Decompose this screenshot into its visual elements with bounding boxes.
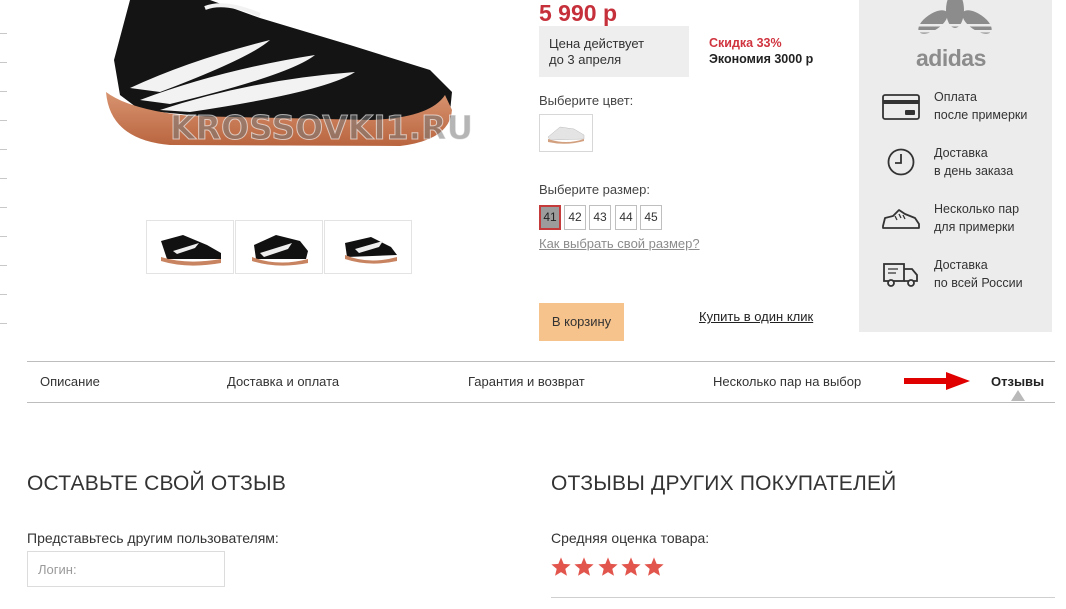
- color-label: Выберите цвет:: [539, 93, 634, 108]
- add-to-cart-button[interactable]: В корзину: [539, 303, 624, 341]
- truck-icon: [883, 263, 918, 287]
- size-option-45[interactable]: 45: [640, 205, 662, 230]
- login-input[interactable]: [27, 551, 225, 587]
- color-swatch-white[interactable]: [539, 114, 593, 152]
- brand-name: adidas: [916, 45, 986, 71]
- product-thumbnail-2[interactable]: [235, 220, 323, 274]
- size-guide-link[interactable]: Как выбрать свой размер?: [539, 236, 700, 251]
- economy-label: Экономия 3000 р: [709, 52, 814, 66]
- feature-shipping-line1: Доставка: [934, 258, 988, 272]
- size-label: Выберите размер:: [539, 182, 650, 197]
- feature-delivery-line2: в день заказа: [934, 164, 1014, 178]
- watermark: KROSSOVKI1.RU: [169, 108, 474, 148]
- reviews-title: ОТЗЫВЫ ДРУГИХ ПОКУПАТЕЛЕЙ: [551, 472, 897, 495]
- rating-star-1-icon: [551, 557, 571, 576]
- feature-delivery-line1: Доставка: [934, 146, 988, 160]
- review-form-title: ОСТАВЬТЕ СВОЙ ОТЗЫВ: [27, 472, 287, 495]
- product-thumbnail-1[interactable]: [146, 220, 234, 274]
- rating-star-5-icon: [644, 557, 664, 576]
- size-option-42[interactable]: 42: [564, 205, 586, 230]
- buy-one-click-link[interactable]: Купить в один клик: [699, 309, 813, 324]
- feature-payment-line1: Оплата: [934, 90, 977, 104]
- tabs-top-border: [27, 361, 1055, 362]
- price-note-line2: до 3 апреля: [549, 52, 622, 67]
- clock-icon: [887, 148, 915, 176]
- tab-several-pairs[interactable]: Несколько пар на выбор: [713, 374, 861, 389]
- tab-delivery-payment[interactable]: Доставка и оплата: [227, 374, 339, 389]
- annotation-arrow-icon: [904, 372, 970, 390]
- credit-card-icon: [882, 94, 920, 120]
- price-validity-note: Цена действует до 3 апреля: [539, 26, 689, 77]
- rating-label: Средняя оценка товара:: [551, 530, 710, 546]
- product-price: 5 990 р: [539, 0, 617, 26]
- review-form-intro: Представьтесь другим пользователям:: [27, 530, 279, 546]
- tab-description[interactable]: Описание: [40, 374, 100, 389]
- discount-label: Скидка 33%: [709, 36, 782, 50]
- size-option-44[interactable]: 44: [615, 205, 637, 230]
- price-note-line1: Цена действует: [549, 36, 645, 51]
- feature-pairs-line2: для примерки: [934, 220, 1015, 234]
- rating-star-2-icon: [574, 557, 594, 576]
- size-option-41[interactable]: 41: [539, 205, 561, 230]
- tab-reviews[interactable]: Отзывы: [991, 374, 1044, 389]
- tabs-bottom-border: [27, 402, 1055, 403]
- rating-star-3-icon: [598, 557, 618, 576]
- feature-pairs-line1: Несколько пар: [934, 202, 1020, 216]
- size-option-43[interactable]: 43: [589, 205, 611, 230]
- active-tab-indicator: [1011, 390, 1025, 401]
- reviews-divider: [551, 597, 1055, 598]
- feature-shipping-line2: по всей России: [934, 276, 1023, 290]
- product-thumbnail-3[interactable]: [324, 220, 412, 274]
- benefits-panel: adidas Оплата после примерки Доставка в …: [859, 0, 1052, 332]
- rating-star-4-icon: [621, 557, 641, 576]
- tab-warranty-return[interactable]: Гарантия и возврат: [468, 374, 585, 389]
- sneaker-icon: [882, 209, 920, 229]
- adidas-trefoil-logo: [915, 0, 995, 44]
- feature-payment-line2: после примерки: [934, 108, 1028, 122]
